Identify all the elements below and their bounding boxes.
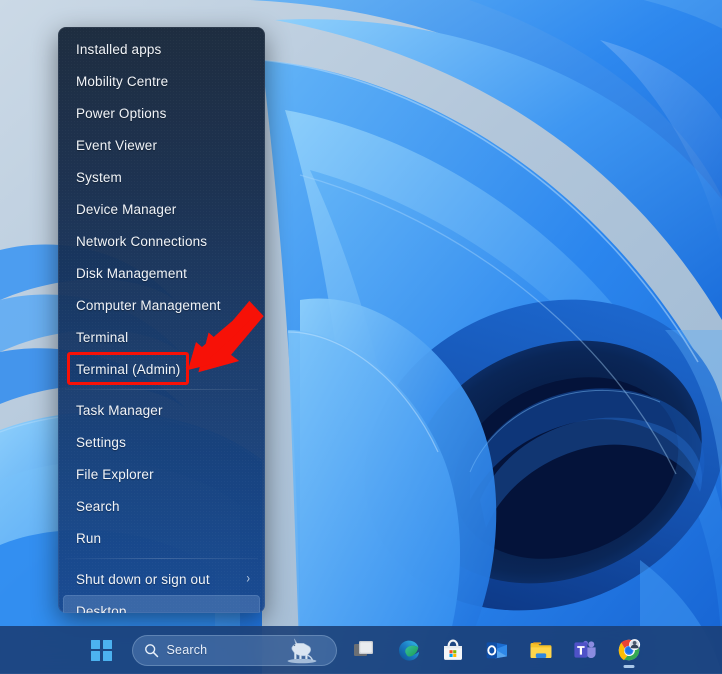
menu-item-label: Shut down or sign out (76, 571, 210, 587)
edge-icon (398, 640, 419, 661)
menu-item-run[interactable]: Run (63, 522, 260, 554)
menu-item-power-options[interactable]: Power Options (63, 97, 260, 129)
desktop-screen: Installed apps Mobility Centre Power Optio… (0, 0, 722, 674)
menu-item-label: Device Manager (76, 201, 177, 217)
menu-item-label: Mobility Centre (76, 73, 169, 89)
taskbar-app-outlook[interactable] (475, 630, 519, 670)
menu-item-task-manager[interactable]: Task Manager (63, 394, 260, 426)
taskbar-search-box[interactable]: Search (131, 634, 337, 666)
chrome-icon (618, 639, 640, 661)
windows-logo-icon (91, 639, 112, 661)
menu-item-label: Network Connections (76, 233, 208, 249)
menu-item-label: Disk Management (76, 265, 188, 281)
search-placeholder: Search (166, 643, 208, 657)
menu-item-file-explorer[interactable]: File Explorer (63, 458, 260, 490)
menu-item-label: File Explorer (76, 466, 154, 482)
chevron-right-icon: › (246, 570, 250, 586)
taskbar-app-microsoft-teams[interactable] (563, 630, 607, 670)
menu-item-shut-down-or-sign-out[interactable]: Shut down or sign out › (63, 563, 260, 595)
menu-item-network-connections[interactable]: Network Connections (63, 225, 260, 257)
start-button[interactable] (80, 630, 124, 670)
active-app-indicator (623, 665, 634, 668)
menu-item-label: Terminal (76, 329, 129, 345)
menu-item-mobility-centre[interactable]: Mobility Centre (63, 65, 260, 97)
taskbar-app-google-chrome[interactable] (607, 630, 651, 670)
taskbar-app-file-explorer[interactable] (519, 630, 563, 670)
taskbar-app-task-view[interactable] (343, 630, 387, 670)
menu-item-device-manager[interactable]: Device Manager (63, 193, 260, 225)
menu-item-label: Event Viewer (76, 137, 158, 153)
menu-item-label: Terminal (Admin) (76, 361, 181, 377)
outlook-icon (486, 642, 507, 659)
menu-item-settings[interactable]: Settings (63, 426, 260, 458)
menu-separator (65, 558, 258, 559)
menu-item-label: Run (76, 530, 102, 546)
menu-separator (65, 389, 258, 390)
winx-quick-link-menu[interactable]: Installed apps Mobility Centre Power Optio… (58, 27, 265, 613)
menu-item-terminal[interactable]: Terminal (63, 321, 260, 353)
menu-item-label: Task Manager (76, 402, 163, 418)
menu-item-label: Power Options (76, 105, 167, 121)
menu-item-label: Settings (76, 434, 126, 450)
file-explorer-icon (530, 642, 551, 658)
store-icon (443, 639, 462, 660)
menu-item-search[interactable]: Search (63, 490, 260, 522)
menu-item-label: Desktop (76, 603, 127, 614)
menu-item-desktop[interactable]: Desktop (63, 595, 260, 613)
taskbar[interactable]: Search (0, 626, 722, 674)
menu-item-label: System (76, 169, 122, 185)
taskbar-app-microsoft-store[interactable] (431, 630, 475, 670)
menu-item-event-viewer[interactable]: Event Viewer (63, 129, 260, 161)
menu-item-label: Computer Management (76, 297, 221, 313)
menu-item-disk-management[interactable]: Disk Management (63, 257, 260, 289)
menu-item-installed-apps[interactable]: Installed apps (63, 33, 260, 65)
menu-item-label: Search (76, 498, 120, 514)
menu-item-label: Installed apps (76, 41, 162, 57)
menu-item-terminal-admin[interactable]: Terminal (Admin) (63, 353, 260, 385)
teams-icon (573, 640, 596, 658)
menu-item-computer-management[interactable]: Computer Management (63, 289, 260, 321)
menu-item-system[interactable]: System (63, 161, 260, 193)
search-icon (144, 643, 158, 657)
task-view-icon (353, 641, 373, 656)
taskbar-app-microsoft-edge[interactable] (387, 630, 431, 670)
wolf-illustration-icon (287, 638, 316, 663)
taskbar-center-group: Search (72, 630, 651, 670)
